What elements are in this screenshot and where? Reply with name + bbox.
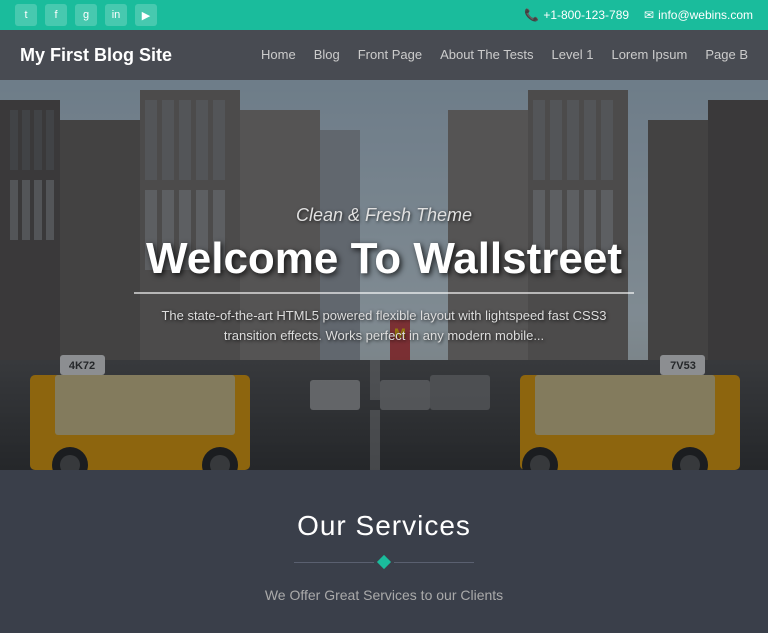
nav-pageb[interactable]: Page B: [705, 47, 748, 62]
divider-line-right: [394, 562, 474, 563]
social-icons: t f g in ▶: [15, 4, 157, 26]
services-section: Our Services We Offer Great Services to …: [0, 470, 768, 633]
top-bar: t f g in ▶ 📞 +1-800-123-789 ✉ info@webin…: [0, 0, 768, 30]
navbar: My First Blog Site Home Blog Front Page …: [0, 30, 768, 80]
email-icon: ✉: [644, 8, 654, 22]
phone-number: +1-800-123-789: [543, 8, 629, 22]
divider-line-left: [294, 562, 374, 563]
hero-section: 4K72 7V53 M Clean & Fresh Theme Welcome …: [0, 80, 768, 470]
phone-info: 📞 +1-800-123-789: [524, 8, 629, 22]
hero-title: Welcome To Wallstreet: [134, 234, 634, 294]
divider-diamond: [377, 555, 391, 569]
nav-about[interactable]: About The Tests: [440, 47, 533, 62]
hero-content: Clean & Fresh Theme Welcome To Wallstree…: [134, 205, 634, 345]
nav-frontpage[interactable]: Front Page: [358, 47, 422, 62]
nav-home[interactable]: Home: [261, 47, 296, 62]
email-info: ✉ info@webins.com: [644, 8, 753, 22]
twitter-icon[interactable]: t: [15, 4, 37, 26]
hero-description: The state-of-the-art HTML5 powered flexi…: [134, 306, 634, 345]
services-subtitle: We Offer Great Services to our Clients: [20, 587, 748, 603]
email-address: info@webins.com: [658, 8, 753, 22]
contact-info: 📞 +1-800-123-789 ✉ info@webins.com: [524, 8, 753, 22]
nav-blog[interactable]: Blog: [314, 47, 340, 62]
services-divider: [20, 557, 748, 567]
phone-icon: 📞: [524, 8, 539, 22]
hero-subtitle: Clean & Fresh Theme: [134, 205, 634, 226]
facebook-icon[interactable]: f: [45, 4, 67, 26]
youtube-icon[interactable]: ▶: [135, 4, 157, 26]
nav-level1[interactable]: Level 1: [552, 47, 594, 62]
nav-links: Home Blog Front Page About The Tests Lev…: [261, 46, 748, 64]
site-title[interactable]: My First Blog Site: [20, 45, 172, 66]
services-title: Our Services: [20, 510, 748, 542]
linkedin-icon[interactable]: in: [105, 4, 127, 26]
googleplus-icon[interactable]: g: [75, 4, 97, 26]
nav-lorem[interactable]: Lorem Ipsum: [611, 47, 687, 62]
